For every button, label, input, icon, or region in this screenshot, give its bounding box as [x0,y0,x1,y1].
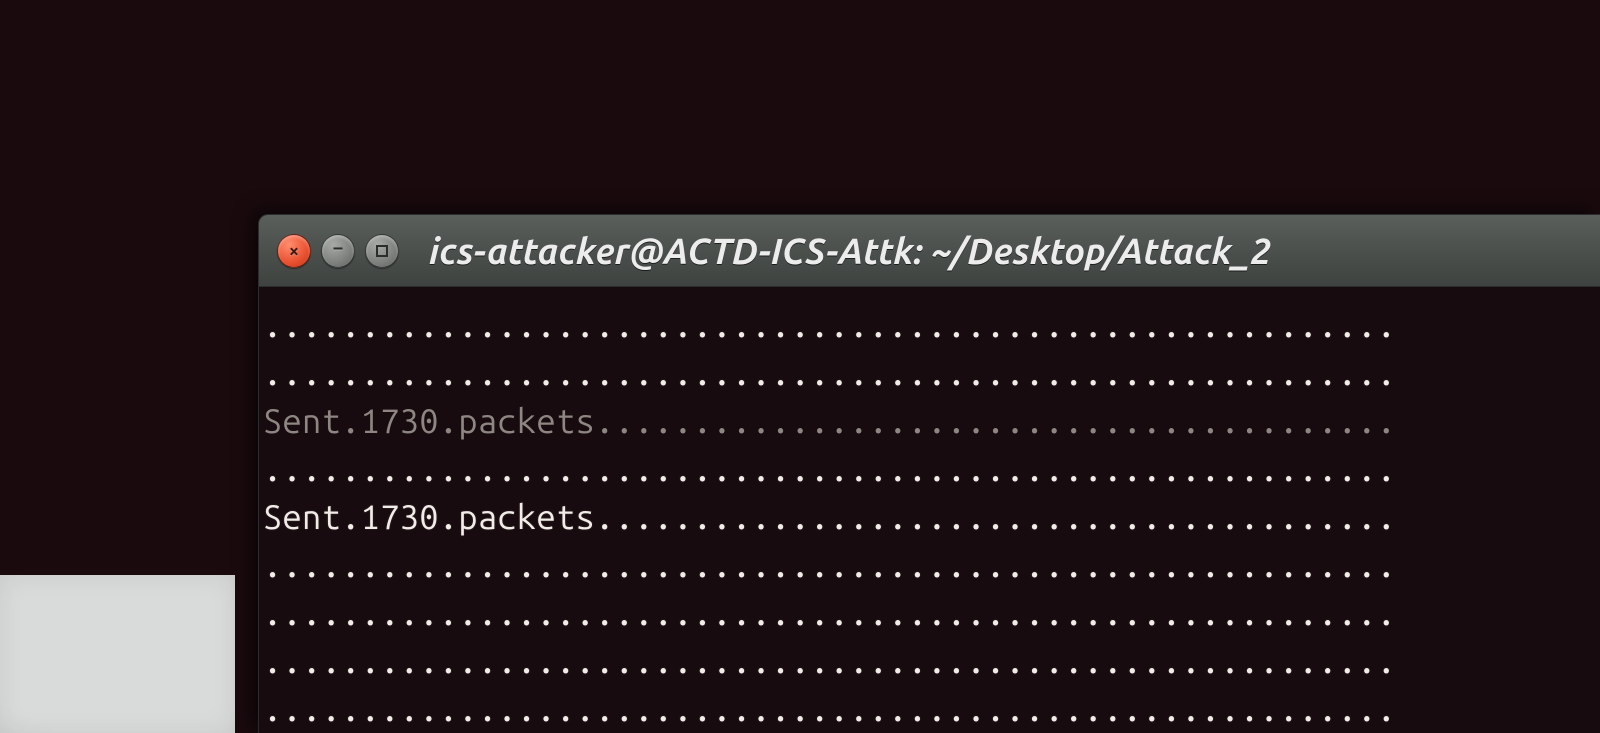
minimize-icon: – [334,239,343,257]
window-titlebar[interactable]: × – ics-attacker@ACTD-ICS-Attk: ~/Deskto… [259,215,1600,287]
terminal-line: Sent.1730.packets.......................… [263,493,1600,541]
terminal-line: ........................................… [263,301,1600,349]
terminal-line: ........................................… [263,541,1600,589]
terminal-line: ........................................… [263,637,1600,685]
terminal-window[interactable]: × – ics-attacker@ACTD-ICS-Attk: ~/Deskto… [258,214,1600,733]
close-icon: × [289,242,299,260]
maximize-icon [376,245,388,257]
desktop-background-patch [0,575,235,733]
terminal-line: ........................................… [263,589,1600,637]
minimize-button[interactable]: – [321,234,355,268]
terminal-output[interactable]: ........................................… [259,287,1600,733]
maximize-button[interactable] [365,234,399,268]
window-title: ics-attacker@ACTD-ICS-Attk: ~/Desktop/At… [429,230,1271,271]
terminal-line: ........................................… [263,445,1600,493]
terminal-line: Sent.1730.packets.......................… [263,397,1600,445]
terminal-line: ........................................… [263,349,1600,397]
terminal-line: ........................................… [263,685,1600,733]
close-button[interactable]: × [277,234,311,268]
